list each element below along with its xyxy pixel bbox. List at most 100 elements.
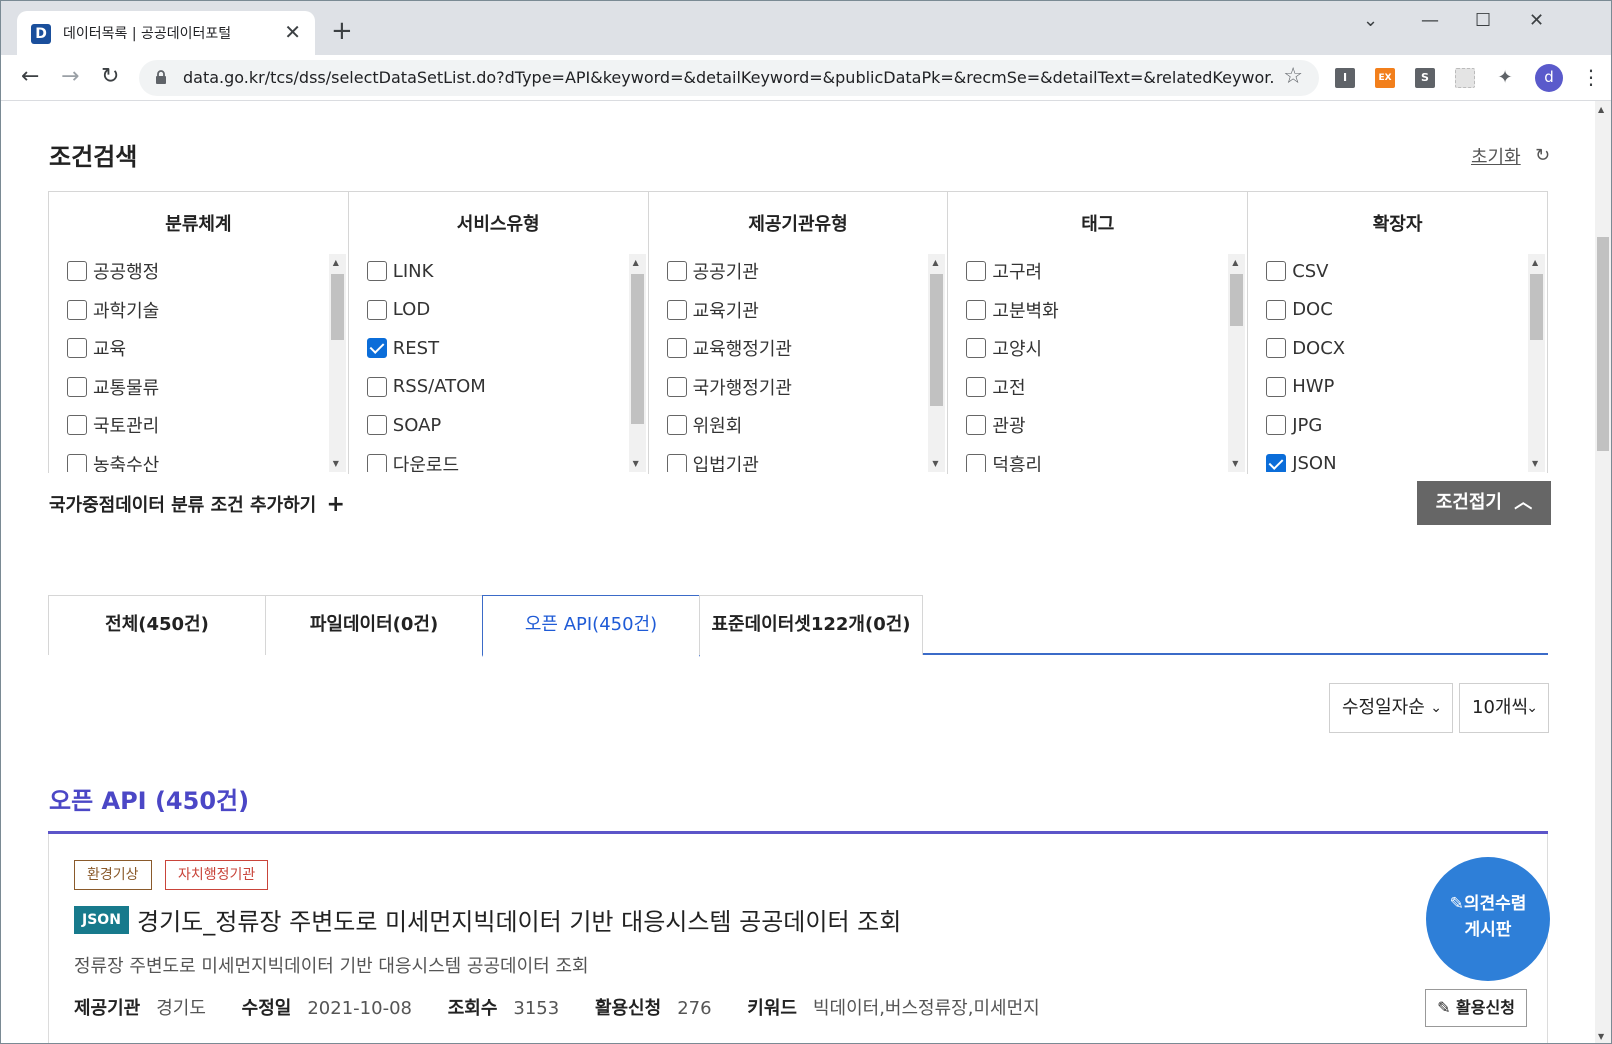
checkbox[interactable] (1266, 338, 1287, 359)
filter-option[interactable]: 교육 (67, 329, 324, 368)
page-scroll-thumb[interactable] (1597, 237, 1609, 451)
scroll-up-arrow-icon[interactable]: ▲ (633, 258, 639, 267)
close-tab-icon[interactable]: ✕ (284, 20, 301, 44)
filter-option[interactable]: 농축수산 (67, 445, 324, 472)
tab-open-api[interactable]: 오픈 API(450건) (482, 595, 700, 657)
filter-option[interactable]: LINK (366, 252, 624, 291)
apply-usage-button[interactable]: ✎ 활용신청 (1425, 989, 1527, 1027)
scroll-thumb[interactable] (630, 274, 644, 424)
page-scrollbar[interactable]: ▲ ▼ (1595, 101, 1611, 1043)
checkbox[interactable] (366, 338, 387, 359)
tab-search-chevron-icon[interactable]: ⌄ (1363, 9, 1378, 33)
maximize-icon[interactable]: ☐ (1475, 9, 1491, 33)
add-national-key-data-condition-link[interactable]: 국가중점데이터 분류 조건 추가하기 + (49, 491, 345, 517)
address-bar[interactable]: data.go.kr/tcs/dss/selectDataSetList.do?… (139, 60, 1319, 96)
filter-option[interactable]: 관광 (966, 406, 1223, 445)
checkbox[interactable] (666, 453, 687, 472)
checkbox[interactable] (966, 376, 987, 397)
checkbox[interactable] (666, 376, 687, 397)
scroll-up-arrow-icon[interactable]: ▲ (932, 258, 938, 267)
filter-scrollbar[interactable]: ▲ ▼ (928, 254, 946, 472)
browser-tab[interactable]: D 데이터목록 | 공공데이터포털 ✕ (17, 11, 315, 55)
checkbox[interactable] (366, 415, 387, 436)
forward-arrow-icon[interactable]: → (61, 63, 79, 91)
filter-option[interactable]: CSV (1266, 252, 1523, 291)
filter-option[interactable]: 다운로드 (366, 445, 624, 472)
checkbox[interactable] (67, 415, 87, 436)
filter-option[interactable]: 고구려 (966, 252, 1223, 291)
checkbox[interactable] (1266, 261, 1287, 282)
filter-option[interactable]: RSS/ATOM (366, 368, 624, 407)
scroll-down-arrow-icon[interactable]: ▼ (1232, 459, 1238, 468)
filter-option[interactable]: 고양시 (966, 329, 1223, 368)
filter-scrollbar[interactable]: ▲ ▼ (1527, 254, 1545, 472)
close-window-icon[interactable]: ✕ (1529, 9, 1544, 33)
bookmark-star-icon[interactable]: ☆ (1283, 64, 1303, 89)
extension-ex-icon[interactable]: EX (1375, 68, 1395, 88)
checkbox[interactable] (666, 415, 687, 436)
page-size-select[interactable]: 10개씩 ⌄ (1459, 683, 1549, 733)
filter-option[interactable]: JPG (1266, 406, 1523, 445)
checkbox[interactable] (366, 261, 387, 282)
dataset-title-link[interactable]: 경기도_정류장 주변도로 미세먼지빅데이터 기반 대응시스템 공공데이터 조회 (137, 902, 901, 937)
filter-scrollbar[interactable]: ▲ ▼ (1228, 254, 1246, 472)
feedback-board-button[interactable]: ✎의견수렴 게시판 (1426, 857, 1550, 981)
filter-option[interactable]: 덕흥리 (966, 445, 1223, 472)
tab-all[interactable]: 전체(450건) (48, 595, 266, 655)
scroll-up-arrow-icon[interactable]: ▲ (333, 258, 339, 267)
browser-menu-icon[interactable]: ⋮ (1581, 63, 1601, 91)
scroll-down-arrow-icon[interactable]: ▼ (633, 459, 639, 468)
filter-option[interactable]: 국토관리 (67, 406, 324, 445)
profile-avatar[interactable]: d (1535, 64, 1563, 92)
filter-option[interactable]: DOCX (1266, 329, 1523, 368)
checkbox[interactable] (1266, 376, 1287, 397)
new-tab-plus-icon[interactable]: + (331, 17, 353, 45)
checkbox[interactable] (966, 415, 987, 436)
reset-refresh-icon[interactable]: ↻ (1535, 145, 1550, 166)
scroll-thumb[interactable] (1529, 274, 1543, 340)
filter-option[interactable]: 교통물류 (67, 368, 324, 407)
checkbox[interactable] (366, 376, 387, 397)
filter-option[interactable]: 공공행정 (67, 252, 324, 291)
filter-option[interactable]: HWP (1266, 368, 1523, 407)
filter-option[interactable]: JSON (1266, 445, 1523, 472)
checkbox[interactable] (966, 261, 987, 282)
checkbox[interactable] (666, 338, 687, 359)
reset-link[interactable]: 초기화 (1471, 143, 1521, 169)
filter-option[interactable]: DOC (1266, 291, 1523, 330)
extension-s-icon[interactable]: S (1415, 68, 1435, 88)
filter-option[interactable]: LOD (366, 291, 624, 330)
checkbox[interactable] (366, 453, 387, 472)
back-arrow-icon[interactable]: ← (21, 63, 39, 91)
filter-option[interactable]: 교육기관 (666, 291, 924, 330)
sort-select[interactable]: 수정일자순 ⌄ (1329, 683, 1453, 733)
tab-file-data[interactable]: 파일데이터(0건) (265, 595, 483, 655)
filter-option[interactable]: 입법기관 (666, 445, 924, 472)
extension-i-icon[interactable]: I (1335, 68, 1355, 88)
checkbox[interactable] (966, 299, 987, 320)
tab-standard-dataset[interactable]: 표준데이터셋122개(0건) (699, 595, 923, 655)
scroll-down-arrow-icon[interactable]: ▼ (333, 459, 339, 468)
checkbox[interactable] (966, 453, 987, 472)
scroll-down-arrow-icon[interactable]: ▼ (1598, 1032, 1604, 1041)
extensions-puzzle-icon[interactable]: ✦ (1495, 68, 1515, 88)
filter-scrollbar[interactable]: ▲ ▼ (628, 254, 646, 472)
scroll-thumb[interactable] (930, 274, 944, 406)
checkbox[interactable] (1266, 415, 1287, 436)
checkbox[interactable] (67, 338, 87, 359)
checkbox[interactable] (1266, 299, 1287, 320)
scroll-up-arrow-icon[interactable]: ▲ (1232, 258, 1238, 267)
scroll-down-arrow-icon[interactable]: ▼ (932, 459, 938, 468)
filter-option[interactable]: 고분벽화 (966, 291, 1223, 330)
checkbox[interactable] (67, 453, 87, 472)
checkbox[interactable] (666, 261, 687, 282)
filter-option[interactable]: 공공기관 (666, 252, 924, 291)
checkbox[interactable] (966, 338, 987, 359)
checkbox[interactable] (67, 299, 87, 320)
filter-scrollbar[interactable]: ▲ ▼ (328, 254, 346, 472)
checkbox[interactable] (67, 261, 87, 282)
scroll-up-arrow-icon[interactable]: ▲ (1532, 258, 1538, 267)
filter-option[interactable]: 교육행정기관 (666, 329, 924, 368)
minimize-icon[interactable]: — (1421, 9, 1439, 33)
filter-option[interactable]: SOAP (366, 406, 624, 445)
